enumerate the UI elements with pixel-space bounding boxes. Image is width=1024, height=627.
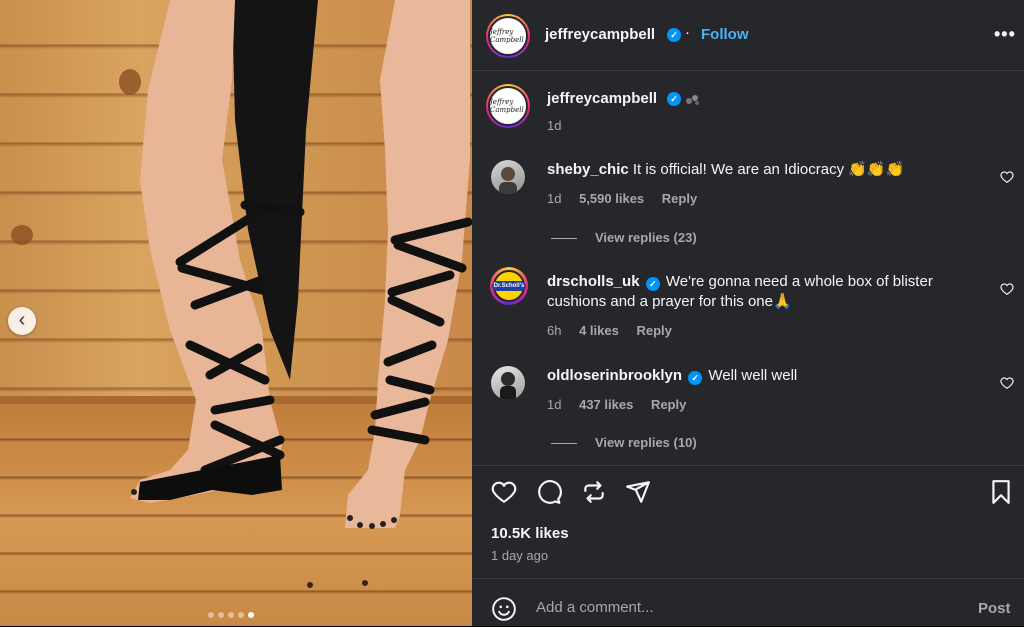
comment-like-heart-icon[interactable]: [1000, 282, 1014, 296]
share-icon[interactable]: [625, 479, 651, 505]
comment-username[interactable]: sheby_chic: [547, 161, 629, 178]
comment-meta: 1d 5,590 likes Reply: [547, 191, 697, 206]
verified-badge-icon: ✓: [645, 277, 660, 291]
verified-badge-icon: ✓: [688, 371, 703, 385]
commenter-avatar[interactable]: Dr.Scholl's: [490, 267, 528, 305]
view-replies-label: View replies (23): [595, 230, 697, 245]
commenter-avatar[interactable]: [491, 366, 525, 400]
comment-like-heart-icon[interactable]: [1000, 170, 1014, 184]
post-timestamp: 1 day ago: [491, 548, 549, 563]
caption-time: 1d: [547, 118, 562, 133]
comment-username[interactable]: drscholls_uk: [547, 273, 640, 290]
carousel-dot: [228, 612, 234, 618]
author-username[interactable]: jeffreycampbell: [545, 26, 655, 43]
drscholls-logo: Dr.Scholl's: [491, 281, 527, 291]
separator-dot: ·: [685, 24, 690, 41]
post-actions: 10.5K likes 1 day ago: [472, 465, 1024, 586]
comment-row: oldloserinbrooklyn ✓ Well well well: [547, 366, 987, 386]
comment-meta: 1d 437 likes Reply: [547, 397, 686, 412]
comment-like-heart-icon[interactable]: [1000, 376, 1014, 390]
comment-likes[interactable]: 5,590 likes: [579, 191, 644, 206]
reply-button[interactable]: Reply: [662, 191, 697, 206]
comment-likes[interactable]: 437 likes: [579, 397, 633, 412]
commenter-avatar-photo: [500, 372, 516, 400]
caption-author-avatar[interactable]: Jeffrey Campbell: [486, 84, 530, 128]
view-replies-button[interactable]: View replies (10): [551, 435, 697, 450]
comment-time: 1d: [547, 397, 562, 412]
post-likes-count[interactable]: 10.5K likes: [491, 525, 569, 542]
bookmark-icon[interactable]: [988, 479, 1014, 505]
comment-time: 6h: [547, 323, 562, 338]
reply-thread-line: [551, 443, 577, 445]
post-photo: ‹: [0, 0, 472, 626]
view-replies-label: View replies (10): [595, 435, 697, 450]
caption-avatar-logo: Jeffrey Campbell: [488, 86, 528, 126]
heart-icon[interactable]: [491, 479, 517, 505]
comment-row: sheby_chic It is official! We are an Idi…: [547, 160, 987, 180]
carousel-dot: [208, 612, 214, 618]
post-header: Jeffrey Campbell jeffreycampbell ✓ · Fol…: [472, 0, 1024, 71]
reply-button[interactable]: Reply: [651, 397, 686, 412]
carousel-dots: [208, 612, 254, 618]
author-avatar[interactable]: Jeffrey Campbell: [486, 14, 530, 58]
carousel-dot: [218, 612, 224, 618]
comment-time: 1d: [547, 191, 562, 206]
commenter-avatar[interactable]: [491, 160, 525, 194]
caption-username[interactable]: jeffreycampbell: [547, 90, 657, 107]
emoji-icon[interactable]: [491, 596, 517, 622]
reply-button[interactable]: Reply: [636, 323, 671, 338]
more-options-icon[interactable]: •••: [994, 24, 1016, 45]
post-comment-button[interactable]: Post: [978, 600, 1011, 617]
comment-composer: Post: [472, 578, 1024, 627]
view-replies-button[interactable]: View replies (23): [551, 230, 697, 245]
comment-icon[interactable]: [536, 479, 562, 505]
commenter-avatar-photo: [499, 167, 517, 194]
verified-badge-icon: ✓: [667, 28, 681, 42]
verified-badge-icon: ✓: [667, 92, 681, 106]
paw-icon: [686, 95, 699, 105]
comment-row: drscholls_uk ✓ We're gonna need a whole …: [547, 272, 987, 312]
comment-body: It is official! We are an Idiocracy 👏👏👏: [632, 161, 905, 178]
comment-username[interactable]: oldloserinbrooklyn: [547, 367, 682, 384]
comment-likes[interactable]: 4 likes: [579, 323, 619, 338]
repost-icon[interactable]: [581, 479, 607, 505]
carousel-dot: [238, 612, 244, 618]
comment-meta: 6h 4 likes Reply: [547, 323, 672, 338]
author-avatar-logo: Jeffrey Campbell: [488, 16, 528, 56]
post-side-panel: Jeffrey Campbell jeffreycampbell ✓ · Fol…: [472, 0, 1024, 626]
carousel-dot-active: [248, 612, 254, 618]
carousel-prev-button[interactable]: ‹: [8, 307, 36, 335]
comment-body: Well well well: [708, 367, 798, 384]
follow-button[interactable]: Follow: [701, 26, 749, 43]
photo-subject: [11, 0, 472, 588]
reply-thread-line: [551, 238, 577, 240]
comment-input[interactable]: [534, 598, 958, 617]
